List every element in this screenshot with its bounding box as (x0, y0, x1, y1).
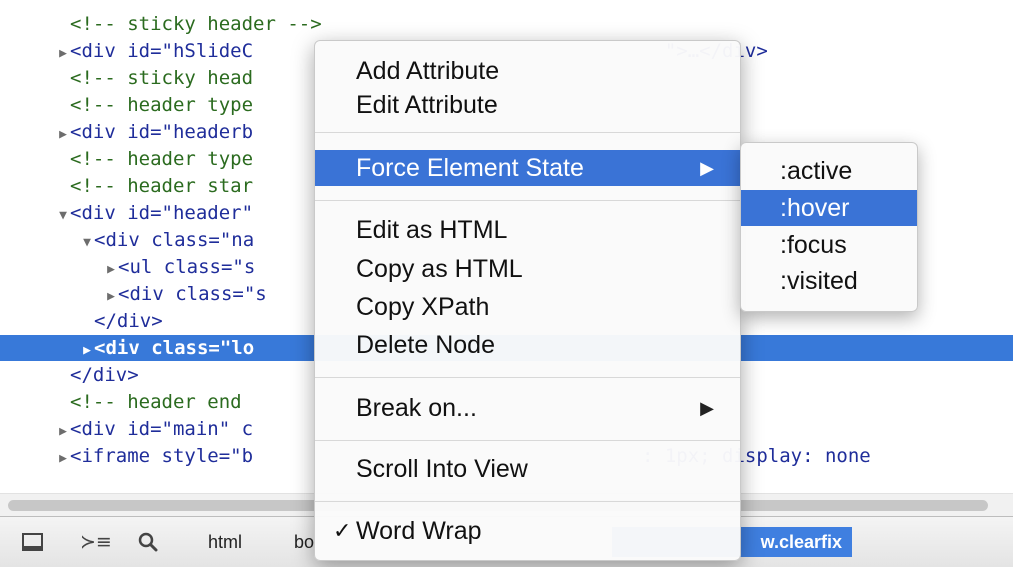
collapse-triangle-icon[interactable]: ▼ (56, 203, 70, 229)
expand-triangle-icon[interactable]: ▶ (80, 338, 94, 364)
menu-separator (315, 132, 740, 133)
breadcrumb-html[interactable]: html (198, 527, 252, 557)
menu-item-label: Scroll Into View (356, 455, 528, 483)
submenu-item-label: :focus (780, 231, 847, 259)
menu-item-delete-node[interactable]: Delete Node (315, 327, 740, 363)
submenu-arrow-icon: ▶ (700, 158, 714, 178)
menu-item-copy-as-html[interactable]: Copy as HTML (315, 251, 740, 287)
menu-item-label: Add Attribute (356, 57, 500, 85)
collapse-triangle-icon[interactable]: ▼ (80, 230, 94, 256)
menu-item-scroll-into-view[interactable]: Scroll Into View (315, 451, 740, 487)
submenu-arrow-icon: ▶ (700, 398, 714, 418)
submenu-item-visited[interactable]: :visited (741, 263, 917, 299)
menu-item-label: Delete Node (356, 331, 495, 359)
dom-line-text: <div class="lo (94, 337, 255, 359)
expand-triangle-icon[interactable]: ▶ (104, 284, 118, 310)
expand-triangle-icon[interactable]: ▶ (56, 122, 70, 148)
menu-item-label: Copy as HTML (356, 255, 523, 283)
dom-line-text: <div id="header" (70, 202, 254, 224)
submenu-item-label: :active (780, 157, 853, 185)
menu-separator (315, 501, 740, 502)
dom-line-text: <!-- header type (70, 148, 254, 170)
dock-icon[interactable] (18, 529, 46, 555)
menu-item-label: Edit Attribute (356, 91, 498, 119)
submenu-item-label: :visited (780, 267, 858, 295)
console-icon[interactable]: ≻≡ (80, 529, 112, 555)
dom-line-text: <!-- sticky head (70, 67, 254, 89)
dom-line-text: <!-- header star (70, 175, 254, 197)
submenu-item-label: :hover (780, 194, 850, 222)
menu-item-label: Force Element State (356, 154, 584, 182)
expand-triangle-icon[interactable]: ▶ (56, 41, 70, 67)
expand-triangle-icon[interactable]: ▶ (56, 446, 70, 472)
context-menu: Add Attribute Edit Attribute Force Eleme… (314, 40, 741, 561)
menu-item-copy-xpath[interactable]: Copy XPath (315, 289, 740, 325)
dom-line[interactable]: <!-- sticky header --> (0, 11, 1013, 37)
checkmark-icon: ✓ (333, 518, 352, 543)
submenu-item-active[interactable]: :active (741, 153, 917, 189)
menu-item-force-element-state[interactable]: Force Element State ▶ (315, 150, 740, 186)
dom-line-text: <!-- header end (70, 391, 242, 413)
submenu-item-hover[interactable]: :hover (741, 190, 917, 226)
dom-line-text: <!-- header type (70, 94, 254, 116)
force-state-submenu: :active :hover :focus :visited (740, 142, 918, 312)
menu-item-edit-attribute[interactable]: Edit Attribute (315, 87, 740, 123)
expand-triangle-icon[interactable]: ▶ (104, 257, 118, 283)
menu-separator (315, 377, 740, 378)
dom-line-text: <div id="headerb (70, 121, 254, 143)
menu-item-label: Word Wrap (356, 517, 482, 545)
menu-separator (315, 440, 740, 441)
menu-item-edit-as-html[interactable]: Edit as HTML (315, 212, 740, 248)
dom-line-text: <div class="na (94, 229, 255, 251)
menu-item-label: Copy XPath (356, 293, 490, 321)
dom-line-text: </div> (70, 364, 139, 386)
dom-line-text: <div id="main" c (70, 418, 254, 440)
menu-item-break-on[interactable]: Break on... ▶ (315, 390, 740, 426)
menu-item-word-wrap[interactable]: ✓ Word Wrap (315, 513, 740, 549)
menu-item-label: Edit as HTML (356, 216, 508, 244)
dom-line-text: <ul class="s (118, 256, 256, 278)
search-icon[interactable] (134, 529, 162, 555)
dom-line-text: <!-- sticky header --> (70, 13, 322, 35)
menu-item-label: Break on... (356, 394, 477, 422)
submenu-item-focus[interactable]: :focus (741, 227, 917, 263)
dom-line-text: </div> (94, 310, 163, 332)
expand-triangle-icon[interactable]: ▶ (56, 419, 70, 445)
menu-item-add-attribute[interactable]: Add Attribute (315, 53, 740, 89)
menu-separator (315, 200, 740, 201)
dom-line-text: <div class="s (118, 283, 267, 305)
